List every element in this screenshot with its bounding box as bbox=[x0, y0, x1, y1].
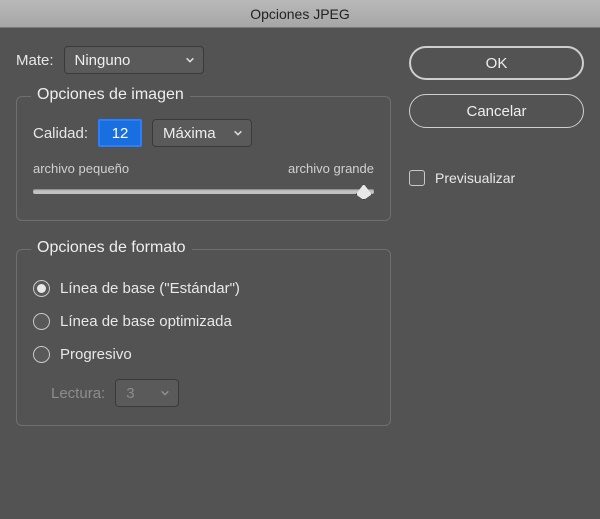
radio-baseline-standard[interactable]: Línea de base ("Estándar") bbox=[33, 280, 374, 297]
image-options-title: Opciones de imagen bbox=[31, 86, 190, 104]
quality-preset-select[interactable]: Máxima bbox=[152, 119, 252, 147]
matte-row: Mate: Ninguno bbox=[16, 46, 391, 74]
matte-select[interactable]: Ninguno bbox=[64, 46, 204, 74]
dialog-title: Opciones JPEG bbox=[250, 6, 350, 22]
cancel-button[interactable]: Cancelar bbox=[409, 94, 584, 128]
ok-button-label: OK bbox=[486, 55, 508, 72]
slider-thumb[interactable] bbox=[356, 184, 372, 200]
quality-label: Calidad: bbox=[33, 125, 88, 142]
radio-label-progressive: Progresivo bbox=[60, 346, 132, 363]
radio-icon bbox=[33, 313, 50, 330]
radio-icon bbox=[33, 280, 50, 297]
right-column: OK Cancelar Previsualizar bbox=[409, 46, 584, 426]
matte-select-value: Ninguno bbox=[75, 52, 131, 69]
scans-select: 3 bbox=[115, 379, 179, 407]
small-file-label: archivo pequeño bbox=[33, 161, 129, 176]
slider-labels: archivo pequeño archivo grande bbox=[33, 161, 374, 176]
chevron-down-icon bbox=[233, 128, 243, 138]
left-column: Mate: Ninguno Opciones de imagen Calidad… bbox=[16, 46, 391, 426]
quality-slider[interactable] bbox=[33, 182, 374, 202]
radio-label-baseline-standard: Línea de base ("Estándar") bbox=[60, 280, 240, 297]
preview-checkbox[interactable] bbox=[409, 170, 425, 186]
format-options-group: Opciones de formato Línea de base ("Está… bbox=[16, 249, 391, 426]
matte-label: Mate: bbox=[16, 52, 54, 69]
image-options-group: Opciones de imagen Calidad: Máxima archi… bbox=[16, 96, 391, 221]
cancel-button-label: Cancelar bbox=[466, 103, 526, 120]
quality-input[interactable] bbox=[98, 119, 142, 147]
chevron-down-icon bbox=[160, 388, 170, 398]
slider-track bbox=[33, 189, 374, 194]
large-file-label: archivo grande bbox=[288, 161, 374, 176]
title-bar: Opciones JPEG bbox=[0, 0, 600, 28]
dialog-body: Mate: Ninguno Opciones de imagen Calidad… bbox=[0, 28, 600, 442]
preview-row[interactable]: Previsualizar bbox=[409, 170, 584, 186]
scans-row: Lectura: 3 bbox=[51, 379, 374, 407]
radio-label-baseline-optimized: Línea de base optimizada bbox=[60, 313, 232, 330]
ok-button[interactable]: OK bbox=[409, 46, 584, 80]
quality-preset-value: Máxima bbox=[163, 125, 216, 142]
radio-baseline-optimized[interactable]: Línea de base optimizada bbox=[33, 313, 374, 330]
quality-row: Calidad: Máxima bbox=[33, 119, 374, 147]
radio-progressive[interactable]: Progresivo bbox=[33, 346, 374, 363]
format-options-title: Opciones de formato bbox=[31, 239, 192, 257]
scans-label: Lectura: bbox=[51, 385, 105, 402]
chevron-down-icon bbox=[185, 55, 195, 65]
scans-value: 3 bbox=[126, 385, 134, 402]
radio-icon bbox=[33, 346, 50, 363]
preview-label: Previsualizar bbox=[435, 170, 515, 186]
